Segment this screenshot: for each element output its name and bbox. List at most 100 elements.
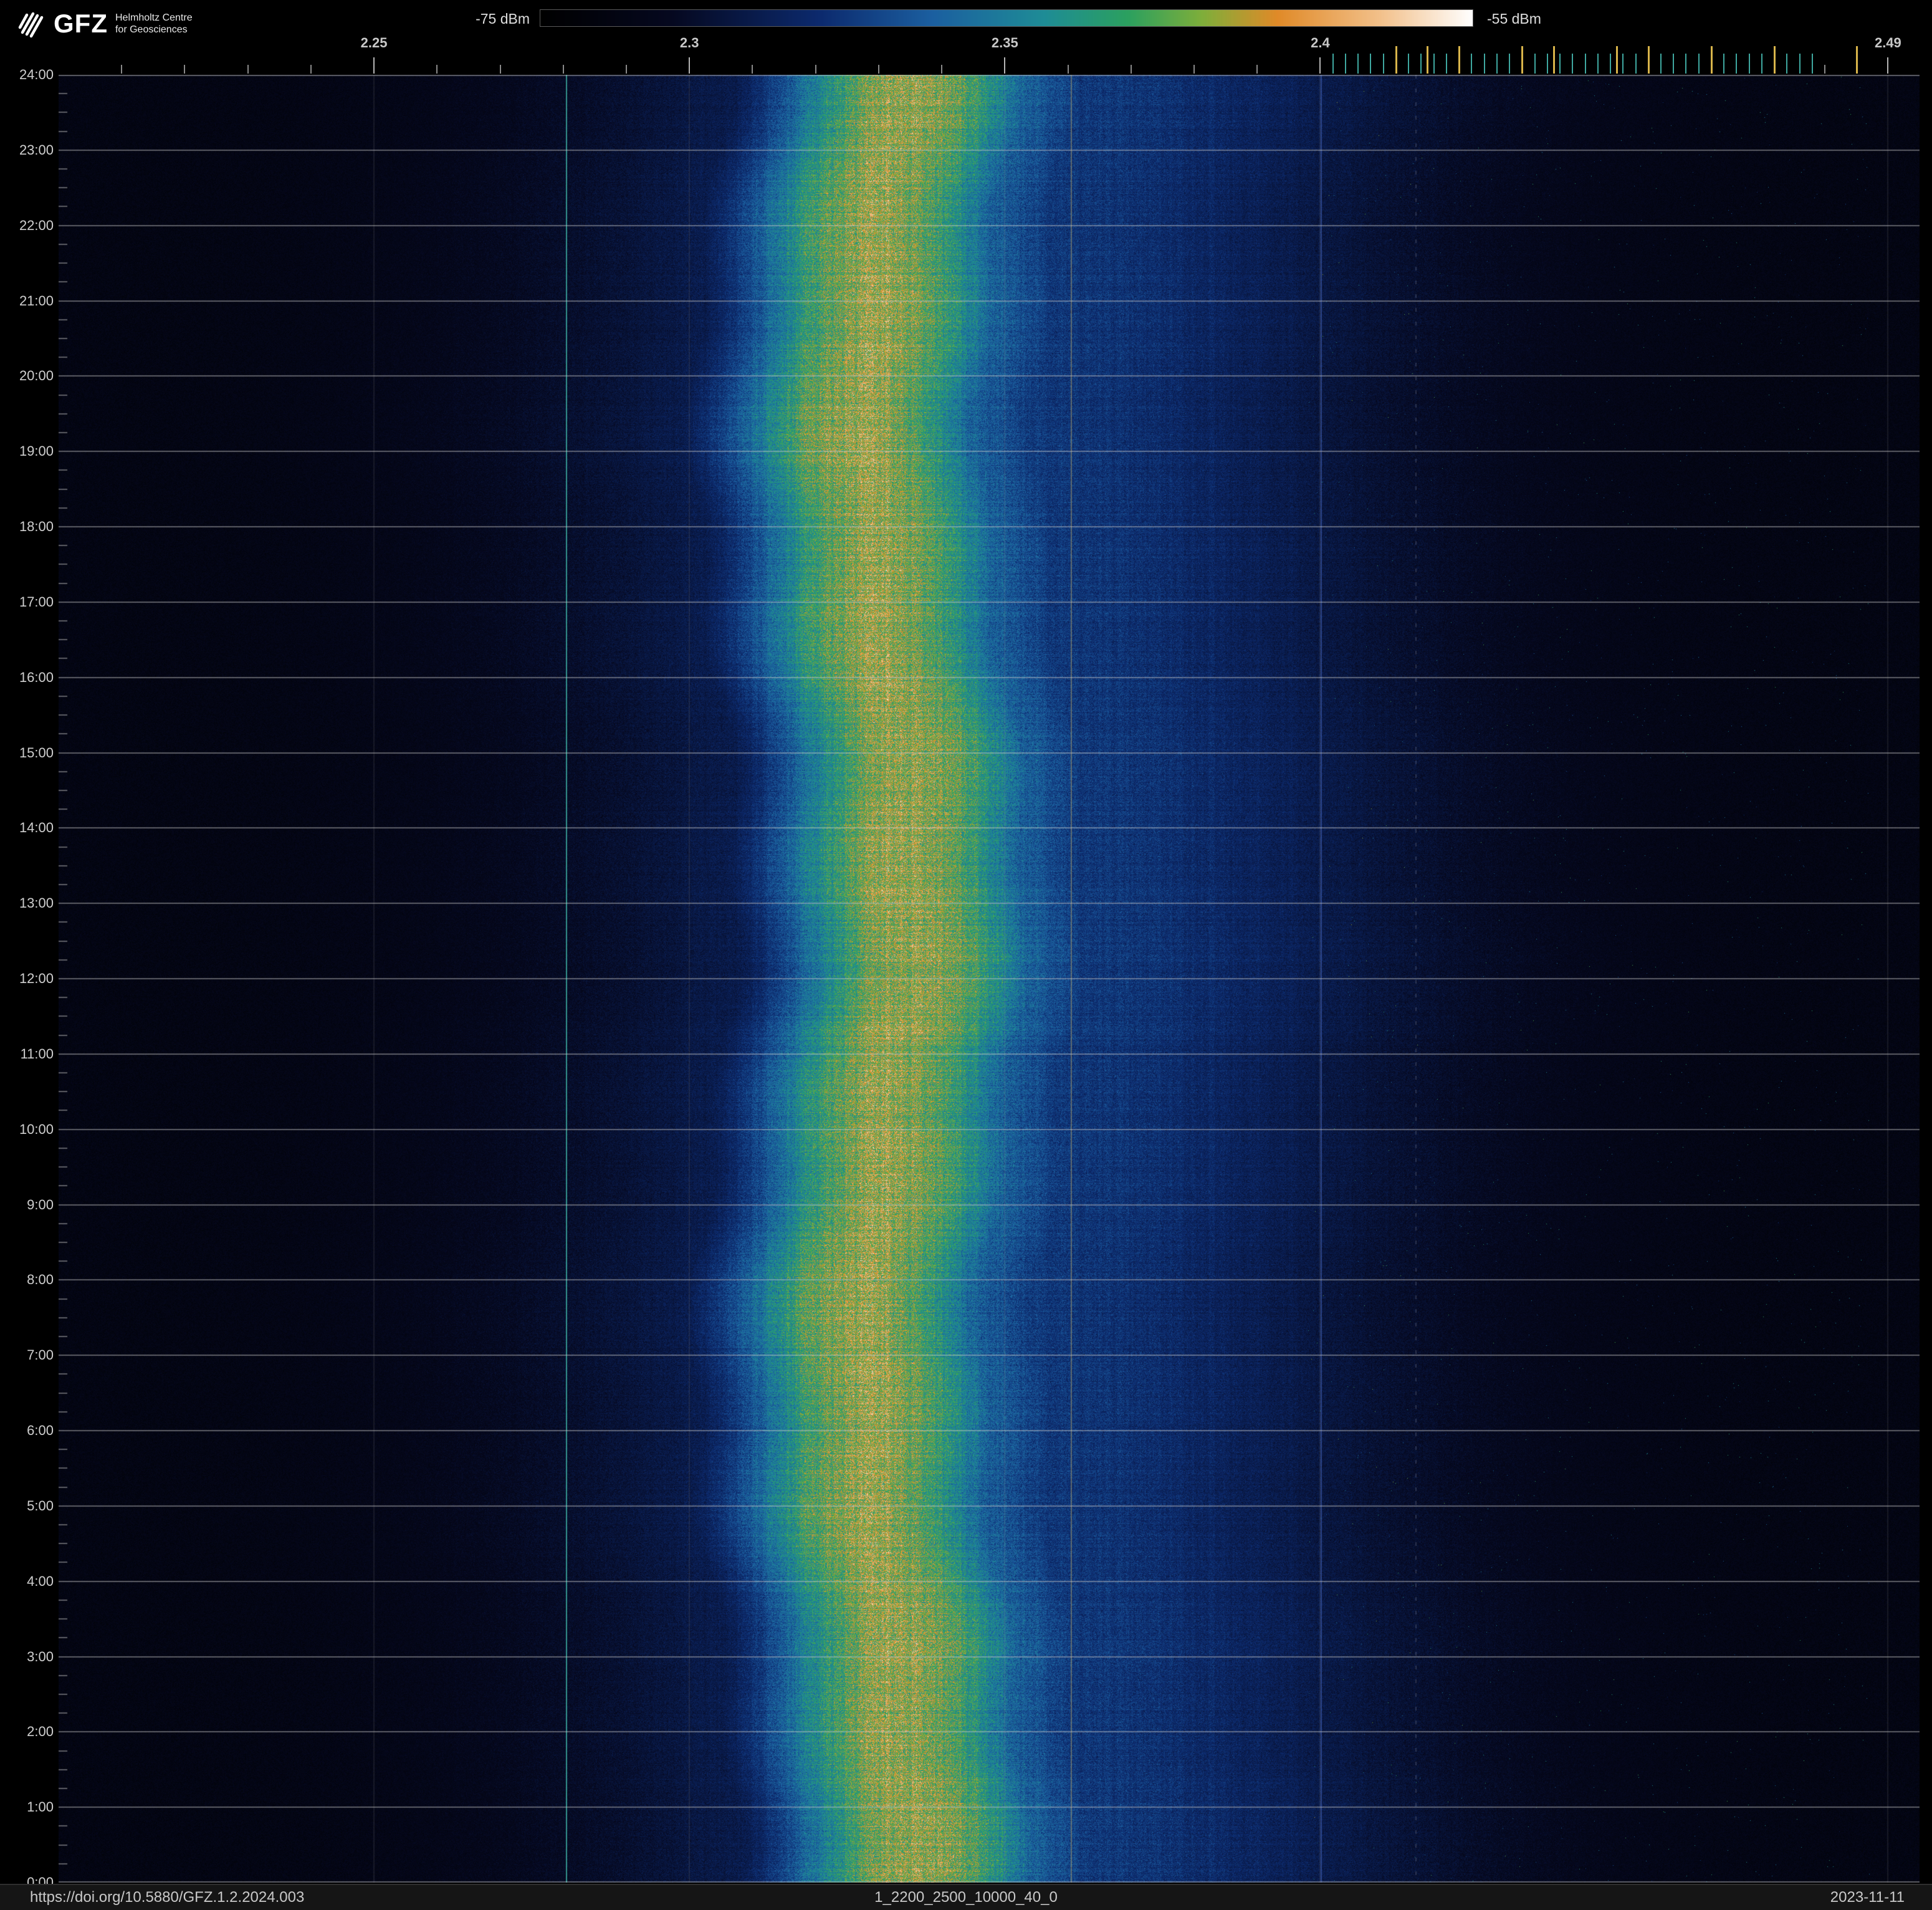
activity-highlight-tick (1552, 46, 1555, 74)
activity-highlight-tick (1616, 46, 1619, 74)
wifi-activity-tick (1344, 54, 1346, 74)
wifi-activity-tick (1584, 54, 1586, 74)
freq-minor-tick (121, 65, 123, 74)
wifi-activity-tick (1408, 54, 1410, 74)
activity-highlight-tick (1521, 46, 1524, 74)
activity-highlight-tick (1710, 46, 1713, 74)
spectrogram-page: GFZ Helmholtz Centre for Geosciences -75… (0, 0, 1932, 1910)
wifi-activity-tick (1761, 54, 1762, 74)
time-tick-label: 3:00 (27, 1648, 54, 1664)
activity-highlight-tick (1395, 46, 1397, 74)
date-label: 2023-11-11 (1830, 1889, 1905, 1906)
frequency-axis: 2.25 2.3 2.35 2.4 2.49 (0, 0, 1932, 75)
wifi-activity-tick (1370, 54, 1372, 74)
time-tick-label: 13:00 (19, 895, 54, 911)
wifi-activity-tick (1736, 54, 1738, 74)
freq-minor-tick (1130, 65, 1132, 74)
time-tick-label: 6:00 (27, 1423, 54, 1438)
time-tick-label: 19:00 (19, 443, 54, 459)
wifi-activity-tick (1433, 54, 1435, 74)
time-tick-label: 17:00 (19, 593, 54, 610)
time-tick-label: 11:00 (20, 1045, 54, 1062)
freq-minor-tick (1067, 65, 1069, 74)
wifi-activity-tick (1483, 54, 1485, 74)
freq-minor-tick (878, 65, 879, 74)
time-tick-label: 12:00 (19, 971, 54, 986)
wifi-activity-tick (1559, 54, 1561, 74)
freq-major-tick (1319, 57, 1321, 74)
time-tick-label: 22:00 (19, 217, 54, 233)
wifi-activity-tick (1622, 54, 1624, 74)
time-tick-label: 8:00 (27, 1272, 54, 1288)
time-tick-label: 4:00 (27, 1573, 54, 1589)
time-tick-label: 20:00 (19, 368, 54, 384)
freq-major-tick (1887, 57, 1889, 74)
freq-tick-label: 2.35 (991, 35, 1018, 50)
freq-minor-tick (436, 65, 438, 74)
freq-minor-tick (184, 65, 186, 74)
time-tick-label: 24:00 (19, 67, 54, 82)
time-tick-label: 1:00 (27, 1799, 54, 1815)
freq-tick-label: 2.4 (1311, 35, 1330, 50)
activity-highlight-tick (1427, 46, 1429, 74)
freq-tick-label: 2.49 (1874, 35, 1901, 50)
freq-minor-tick (941, 65, 943, 74)
wifi-activity-tick (1445, 54, 1447, 74)
wifi-activity-tick (1420, 54, 1422, 74)
wifi-activity-tick (1748, 54, 1750, 74)
freq-minor-tick (1193, 65, 1195, 74)
freq-minor-tick (1256, 65, 1258, 74)
footer: https://doi.org/10.5880/GFZ.1.2.2024.003… (0, 1884, 1932, 1910)
freq-minor-tick (499, 65, 501, 74)
wifi-activity-tick (1660, 54, 1662, 74)
time-tick-label: 5:00 (27, 1497, 54, 1514)
wifi-activity-tick (1635, 54, 1637, 74)
time-tick-label: 10:00 (19, 1121, 54, 1137)
time-tick-label: 15:00 (19, 744, 54, 761)
freq-major-tick (373, 57, 375, 74)
wifi-activity-tick (1685, 54, 1687, 74)
wifi-activity-tick (1597, 54, 1599, 74)
time-tick-label: 21:00 (19, 292, 54, 309)
wifi-activity-tick (1811, 54, 1813, 74)
freq-minor-tick (247, 65, 249, 74)
wifi-activity-tick (1332, 54, 1334, 74)
time-tick-label: 16:00 (19, 669, 54, 685)
wifi-activity-tick (1382, 54, 1384, 74)
wifi-activity-tick (1471, 54, 1473, 74)
wifi-activity-tick (1572, 54, 1574, 74)
activity-highlight-tick (1647, 46, 1650, 74)
wifi-activity-tick (1496, 54, 1498, 74)
freq-minor-tick (310, 65, 312, 74)
wifi-activity-tick (1799, 54, 1800, 74)
time-tick-label: 14:00 (19, 820, 54, 836)
activity-highlight-tick (1855, 46, 1858, 74)
freq-major-tick (689, 57, 691, 74)
wifi-activity-tick (1357, 54, 1359, 74)
freq-minor-tick (625, 65, 627, 74)
freq-minor-tick (815, 65, 816, 74)
wifi-activity-tick (1723, 54, 1725, 74)
freq-minor-tick (752, 65, 753, 74)
time-tick-label: 2:00 (27, 1724, 54, 1740)
activity-highlight-tick (1774, 46, 1776, 74)
freq-tick-label: 2.3 (679, 35, 699, 50)
time-tick-label: 9:00 (27, 1196, 54, 1212)
time-tick-label: 23:00 (19, 142, 54, 158)
wifi-activity-tick (1786, 54, 1788, 74)
freq-minor-tick (562, 65, 564, 74)
wifi-activity-tick (1534, 54, 1536, 74)
wifi-activity-tick (1673, 54, 1675, 74)
activity-highlight-tick (1458, 46, 1461, 74)
spectrogram-canvas (59, 75, 1920, 1883)
wifi-activity-tick (1698, 54, 1700, 74)
freq-major-tick (1004, 57, 1006, 74)
wifi-activity-tick (1546, 54, 1548, 74)
dataset-id: 1_2200_2500_10000_40_0 (874, 1889, 1058, 1906)
time-tick-label: 18:00 (19, 519, 54, 534)
time-axis: 0:00 1:00 2:00 3:00 4:00 5:00 6:00 7:00 8:00 9:00… (0, 0, 59, 1910)
wifi-activity-tick (1610, 54, 1612, 74)
time-tick-label: 7:00 (27, 1347, 54, 1363)
wifi-activity-tick (1509, 54, 1511, 74)
freq-minor-tick (1824, 65, 1826, 74)
